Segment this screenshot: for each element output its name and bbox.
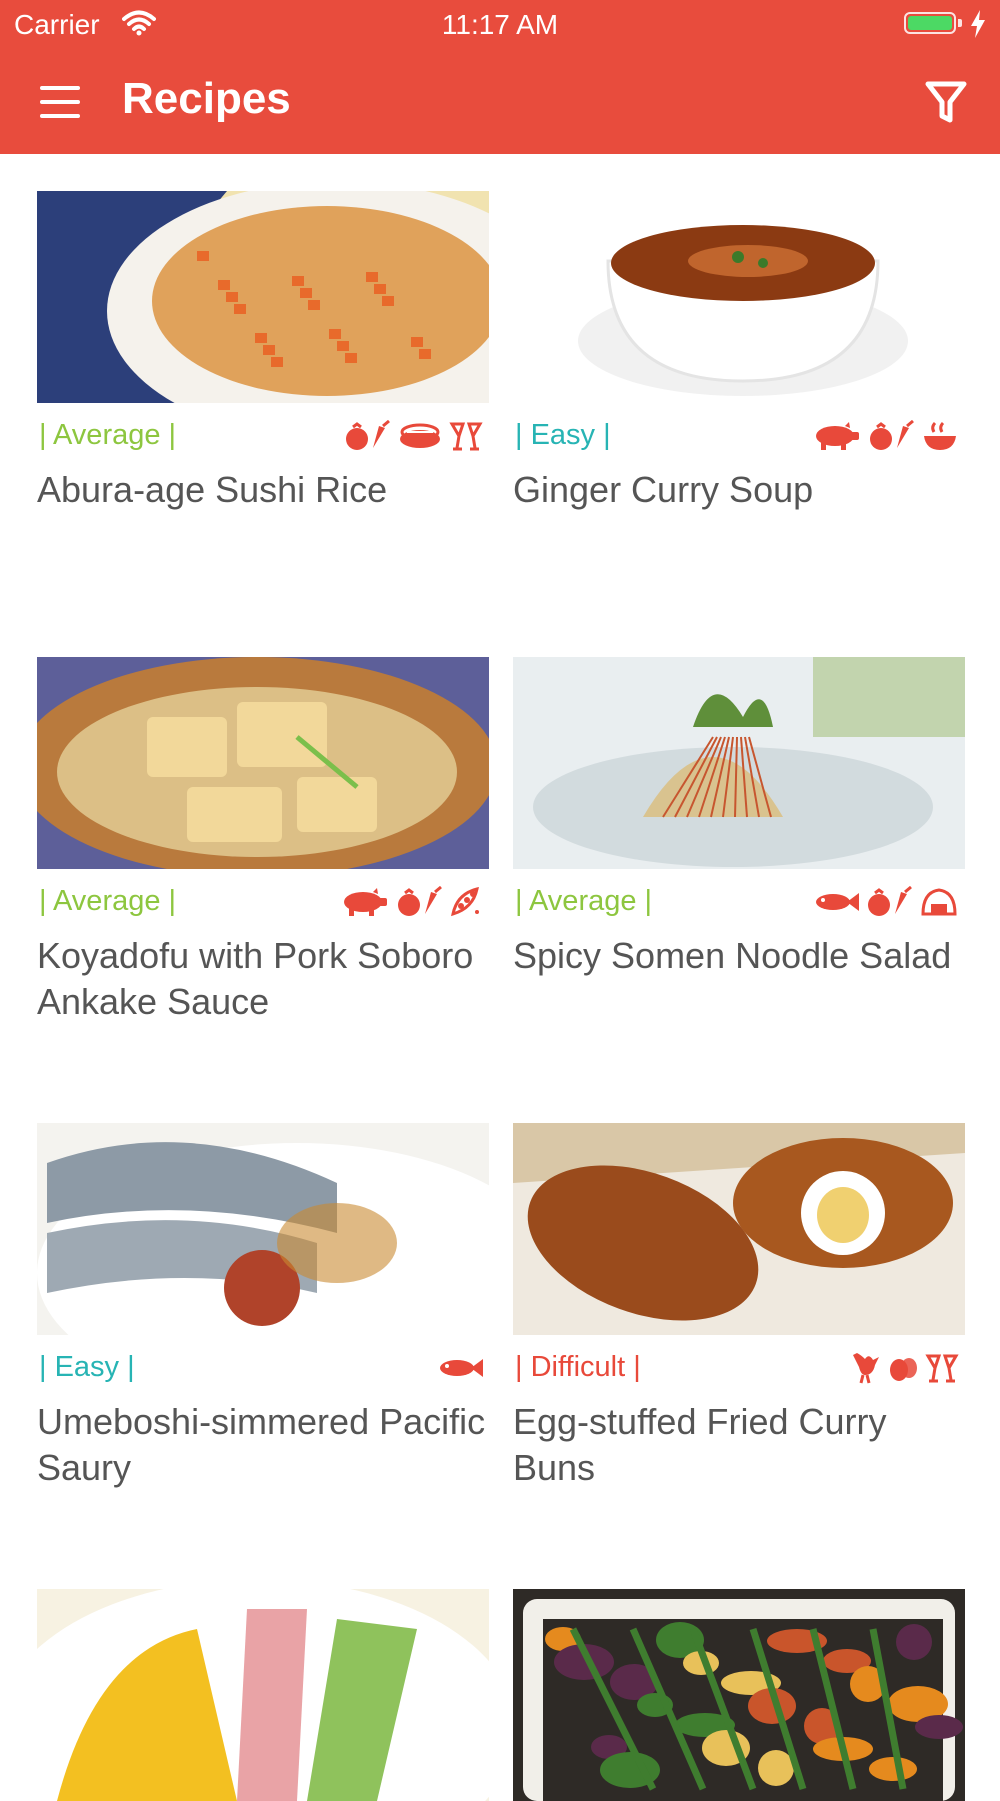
beans-icon (449, 886, 483, 918)
chicken-icon (849, 1351, 881, 1385)
difficulty-label: | Easy | (39, 1351, 135, 1383)
recipe-name[interactable]: Egg-stuffed Fried Curry Buns (513, 1399, 965, 1491)
fish-icon (813, 886, 859, 918)
battery-tip (958, 19, 962, 27)
difficulty-label: | Average | (515, 885, 653, 917)
battery-level (908, 16, 952, 30)
fish-icon (437, 1352, 483, 1384)
recipe-name[interactable]: Abura-age Sushi Rice (37, 467, 489, 513)
recipe-tag-icons (343, 419, 483, 453)
filter-icon[interactable] (924, 78, 968, 126)
vegetables-icon (867, 420, 915, 452)
page-title: Recipes (122, 74, 291, 123)
difficulty-label: | Average | (39, 885, 177, 917)
celebration-glasses-icon (449, 420, 483, 452)
recipe-tag-icons (437, 1351, 483, 1385)
tofu-dish-photo[interactable] (37, 657, 489, 869)
battery-icon (904, 12, 956, 34)
saury-fish-photo[interactable] (37, 1123, 489, 1335)
pig-icon (339, 886, 389, 918)
status-time: 11:17 AM (441, 9, 559, 40)
recipe-name[interactable]: Umeboshi-simmered Pacific Saury (37, 1399, 489, 1491)
difficulty-label: | Difficult | (515, 1351, 641, 1383)
vegetables-icon (865, 886, 913, 918)
difficulty-label: | Average | (39, 419, 177, 451)
vegetables-icon (395, 886, 443, 918)
celebration-glasses-icon (925, 1352, 959, 1384)
noodle-salad-photo[interactable] (513, 657, 965, 869)
status-bar: Carrier 11:17 AM (0, 0, 1000, 50)
recipe-tag-icons (339, 885, 483, 919)
curry-buns-photo[interactable] (513, 1123, 965, 1335)
recipe-tag-icons (813, 885, 959, 919)
difficulty-label: | Easy | (515, 419, 611, 451)
pig-icon (811, 420, 861, 452)
recipe-name[interactable]: Ginger Curry Soup (513, 467, 965, 513)
hot-pot-icon (921, 420, 959, 452)
sushi-icon (397, 420, 443, 452)
vegetables-icon (343, 420, 391, 452)
egg-icon (887, 1352, 919, 1384)
rice-dish-photo[interactable] (37, 191, 489, 403)
rice-ball-icon (919, 886, 959, 918)
recipe-tag-icons (849, 1351, 959, 1385)
roasted-vegetables-photo[interactable] (513, 1589, 965, 1801)
charging-bolt-icon (971, 10, 985, 38)
soup-bowl-photo[interactable] (513, 191, 965, 403)
hamburger-menu-icon[interactable] (36, 80, 84, 124)
recipe-tag-icons (811, 419, 959, 453)
recipe-name[interactable]: Koyadofu with Pork Soboro Ankake Sauce (37, 933, 489, 1025)
cold-noodles-photo[interactable] (37, 1589, 489, 1801)
navigation-bar: Recipes (0, 50, 1000, 154)
recipe-name[interactable]: Spicy Somen Noodle Salad (513, 933, 965, 979)
